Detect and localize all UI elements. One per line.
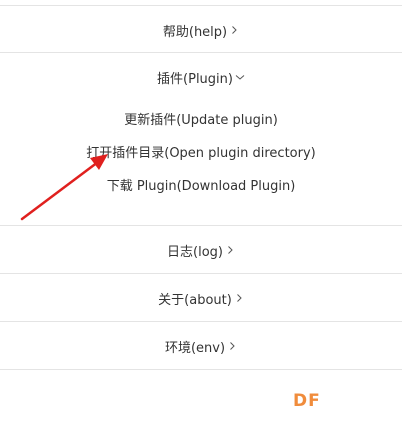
df-watermark-logo: DF	[293, 391, 321, 411]
divider	[0, 321, 402, 322]
menu-item-about-label: 关于(about)	[158, 292, 232, 308]
menu-item-plugin[interactable]: 插件(Plugin)	[0, 54, 402, 100]
menu-item-env[interactable]: 环境(env)	[0, 323, 402, 369]
submenu-item-open-plugin-directory[interactable]: 打开插件目录(Open plugin directory)	[0, 138, 402, 164]
menu-item-help[interactable]: 帮助(help)	[0, 7, 402, 53]
menu-item-log-label: 日志(log)	[167, 244, 223, 260]
menu-item-about[interactable]: 关于(about)	[0, 275, 402, 321]
divider	[0, 225, 402, 226]
menu-item-env-label: 环境(env)	[164, 340, 226, 356]
menu-item-help-label: 帮助(help)	[162, 24, 228, 40]
chevron-right-icon	[225, 245, 235, 255]
chevron-right-icon	[234, 293, 244, 303]
menu-item-plugin-label: 插件(Plugin)	[157, 71, 233, 87]
divider	[0, 5, 402, 6]
divider	[0, 369, 402, 370]
submenu-item-update-plugin[interactable]: 更新插件(Update plugin)	[0, 105, 402, 131]
chevron-right-icon	[229, 25, 239, 35]
divider	[0, 273, 402, 274]
submenu-item-download-plugin[interactable]: 下载 Plugin(Download Plugin)	[0, 171, 402, 197]
chevron-right-icon	[227, 341, 237, 351]
divider	[0, 52, 402, 53]
chevron-down-icon	[235, 72, 245, 82]
menu-item-log[interactable]: 日志(log)	[0, 227, 402, 273]
